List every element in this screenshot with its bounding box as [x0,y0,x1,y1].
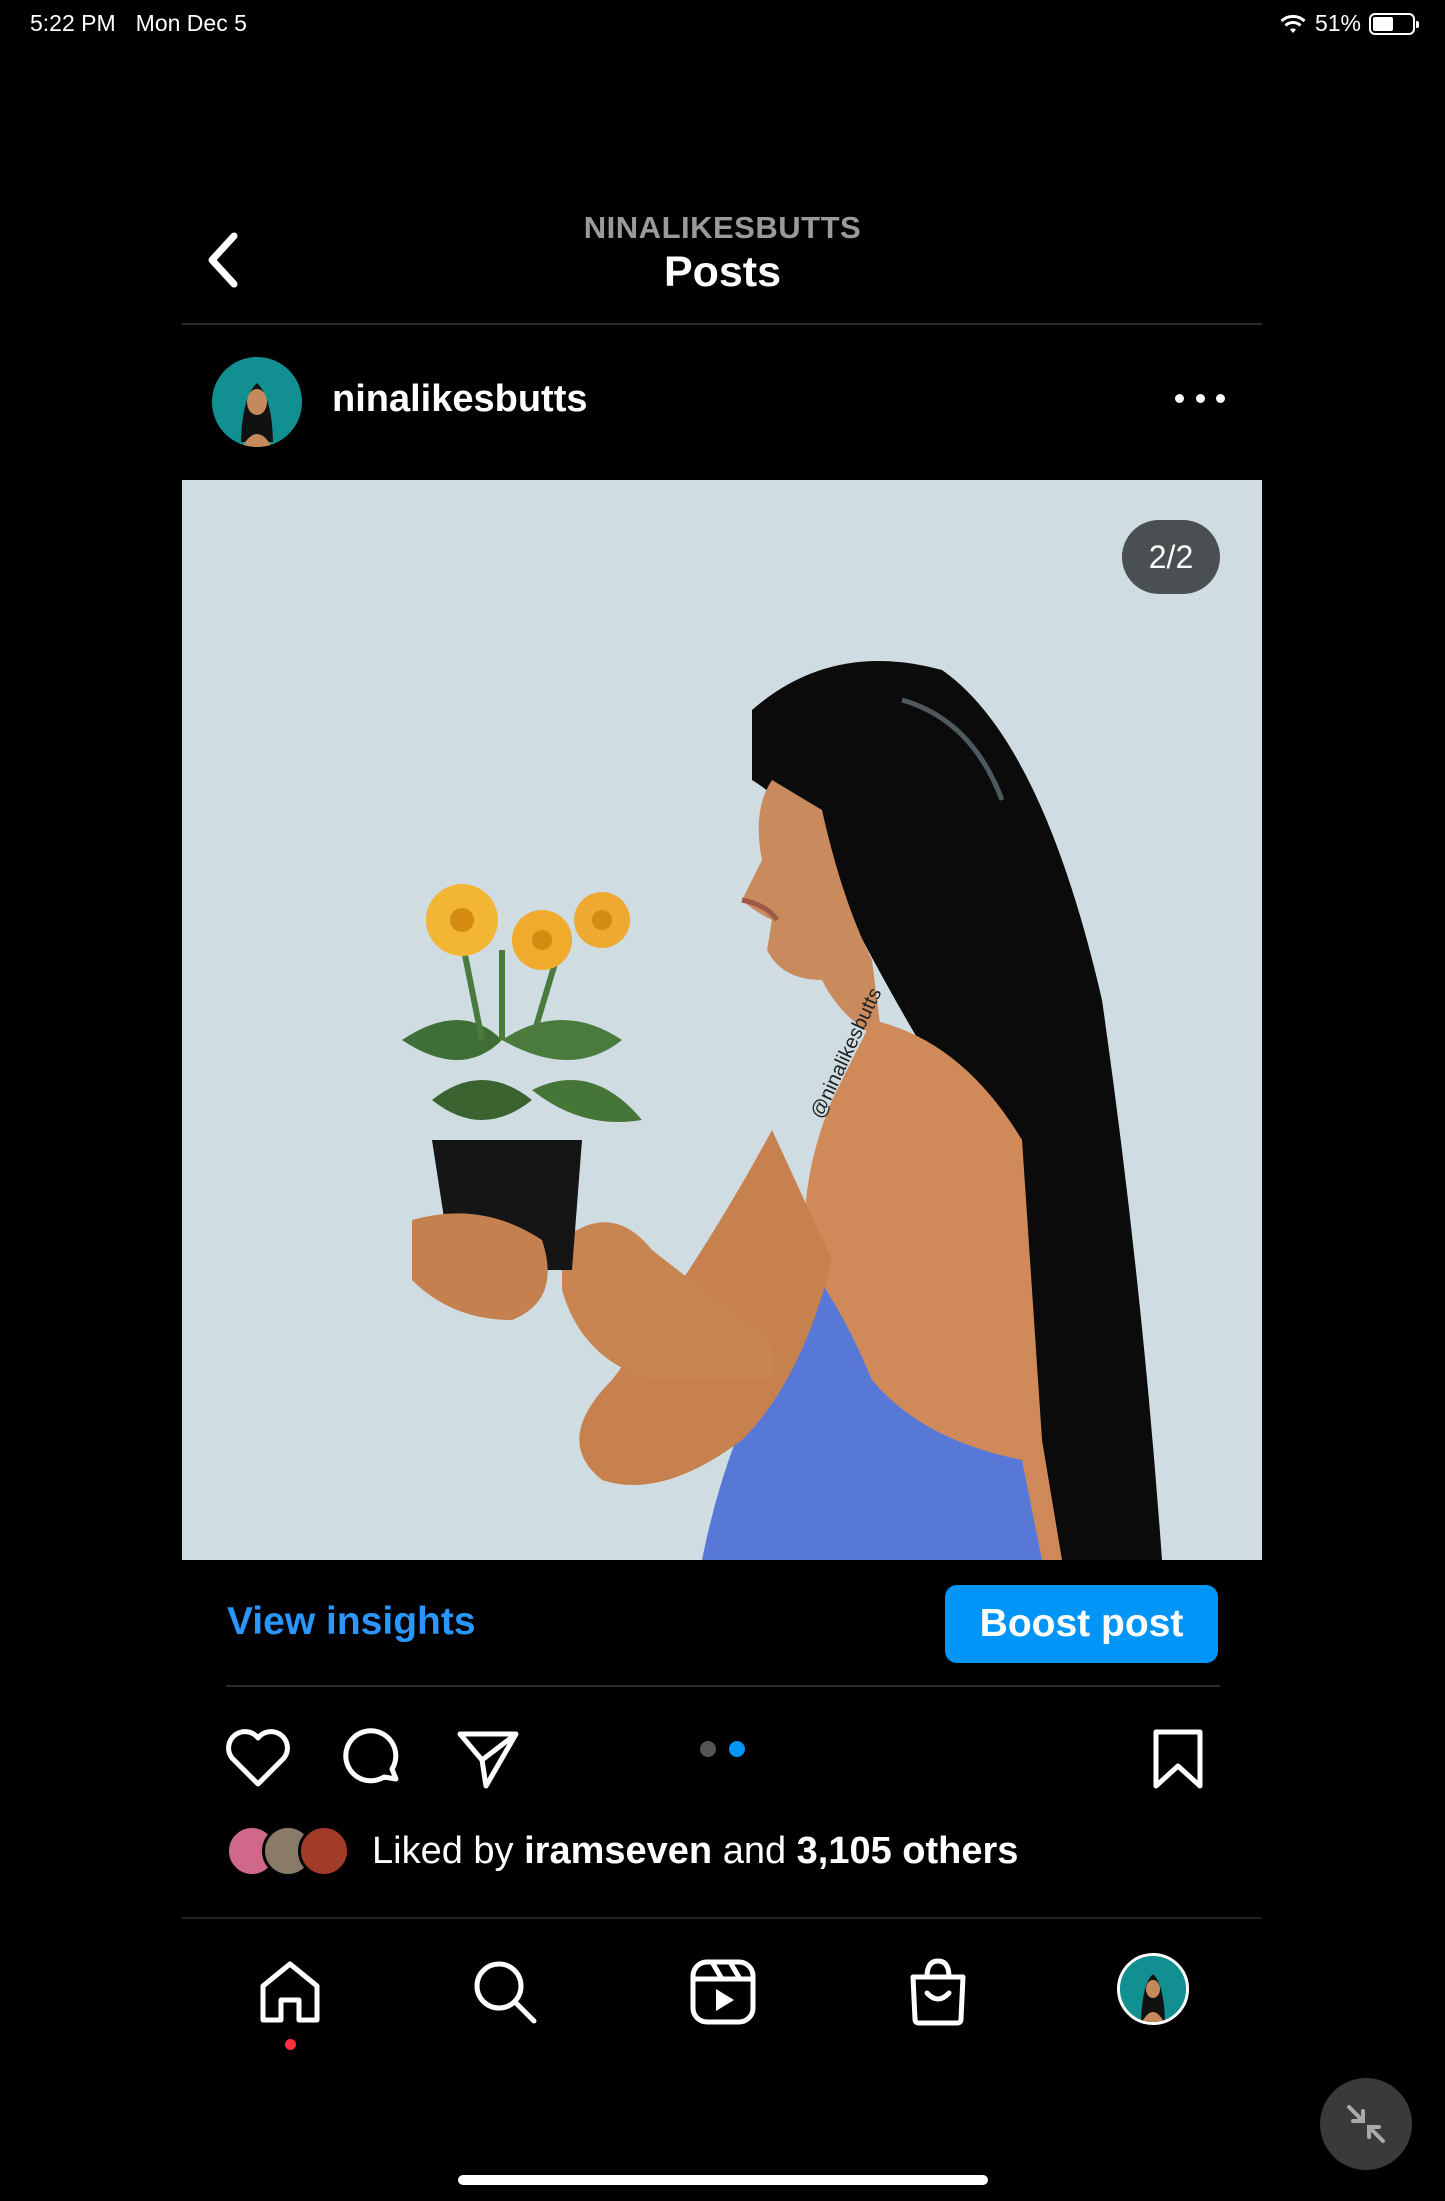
avatar[interactable] [212,357,302,447]
carousel-dot [700,1741,716,1757]
profile-avatar[interactable] [1117,1953,1189,2025]
liker-avatar [298,1825,350,1877]
carousel-dot-active [729,1741,745,1757]
status-bar-left: 5:22 PM Mon Dec 5 [30,10,247,37]
bookmark-save-icon[interactable] [1150,1728,1206,1790]
search-icon[interactable] [470,1957,540,2027]
likes-middle: and [722,1829,787,1872]
notification-dot [285,2039,296,2050]
status-time: 5:22 PM [30,10,116,36]
likes-count[interactable]: 3,105 others [797,1830,1019,1873]
likes-prefix: Liked by [372,1829,514,1872]
shop-icon[interactable] [905,1955,971,2027]
carousel-dots [700,1741,745,1757]
illustration-woman-holding-flowers: @ninalikesbutts [182,480,1262,1560]
likes-summary[interactable]: Liked by iramseven and 3,105 others [226,1825,1018,1877]
like-heart-icon[interactable] [225,1728,291,1788]
post-image[interactable]: @ninalikesbutts 2/2 [182,480,1262,1560]
likes-user[interactable]: iramseven [524,1830,712,1873]
more-options-icon[interactable] [1175,386,1225,410]
reels-icon[interactable] [688,1957,758,2027]
status-bar-right: 51% [1279,10,1419,37]
wifi-icon [1280,14,1306,33]
minimize-button[interactable] [1320,2078,1412,2170]
boost-post-button[interactable]: Boost post [945,1585,1218,1663]
actions-divider [226,1685,1220,1687]
post-username[interactable]: ninalikesbutts [332,378,588,421]
home-indicator[interactable] [458,2175,988,2185]
share-send-icon[interactable] [456,1728,520,1790]
battery-percent: 51% [1314,10,1361,36]
nav-divider [182,1917,1262,1919]
status-date: Mon Dec 5 [135,10,247,36]
page-title: Posts [663,248,782,296]
home-icon[interactable] [255,1958,325,2024]
view-insights-link[interactable]: View insights [227,1600,476,1644]
collapse-arrows-icon [1347,2105,1385,2143]
liker-avatars [226,1825,350,1877]
comment-icon[interactable] [340,1727,404,1791]
battery-icon [1369,12,1419,35]
header-username: NINALIKESBUTTS [583,210,862,245]
header-divider [182,323,1262,325]
image-counter-badge: 2/2 [1122,520,1220,594]
